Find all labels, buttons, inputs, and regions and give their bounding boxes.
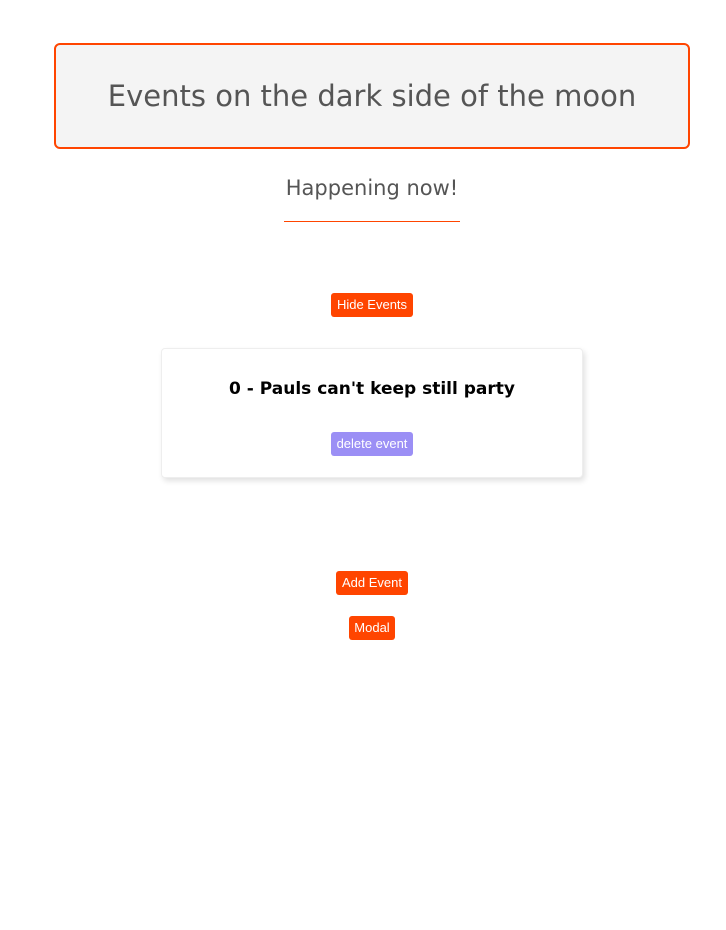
modal-button[interactable]: Modal	[349, 616, 395, 640]
add-event-button[interactable]: Add Event	[336, 571, 408, 595]
delete-event-button[interactable]: delete event	[331, 432, 413, 456]
page: Events on the dark side of the moon Happ…	[0, 0, 726, 930]
hide-events-button[interactable]: Hide Events	[331, 293, 413, 317]
subtitle-section: Happening now!	[284, 170, 460, 222]
page-title: Events on the dark side of the moon	[107, 79, 637, 113]
event-card: 0 - Pauls can't keep still party delete …	[161, 348, 583, 478]
event-title: 0 - Pauls can't keep still party	[229, 379, 515, 399]
title-banner: Events on the dark side of the moon	[54, 43, 690, 149]
subtitle-text: Happening now!	[285, 176, 459, 200]
